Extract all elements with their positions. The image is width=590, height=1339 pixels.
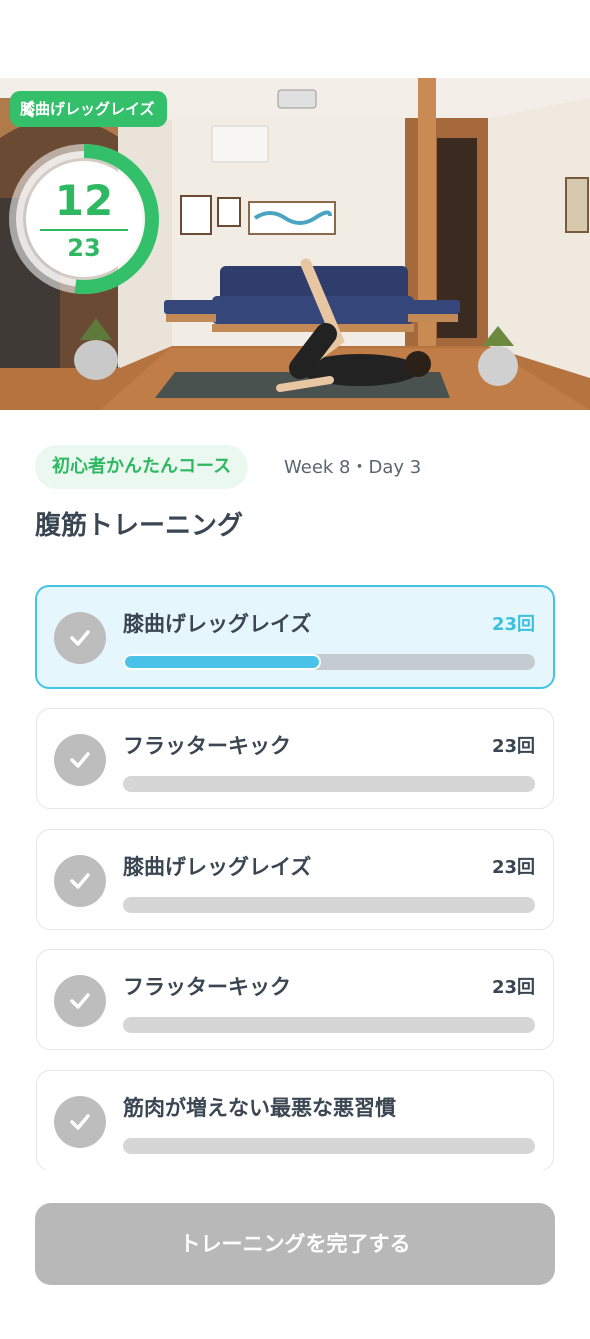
check-icon[interactable] bbox=[54, 612, 106, 664]
rep-count-total: 23 bbox=[67, 234, 101, 262]
exercise-progress-track bbox=[123, 1017, 535, 1033]
page-title: 腹筋トレーニング bbox=[35, 511, 244, 541]
exercise-progress-track bbox=[123, 654, 535, 670]
exercise-name: 膝曲げレッグレイズ bbox=[123, 855, 312, 879]
exercise-progress-fill bbox=[123, 654, 321, 670]
exercise-reps: 23回 bbox=[491, 977, 535, 998]
workout-screen: 膝曲げレッグレイズ 12 23 初心者かんたんコース Week 8・Day 3 … bbox=[0, 0, 590, 1339]
complete-training-button[interactable]: トレーニングを完了する bbox=[35, 1203, 555, 1285]
back-arrow-icon[interactable] bbox=[18, 98, 40, 120]
exercise-reps: 23回 bbox=[491, 736, 535, 757]
exercise-reps: 23回 bbox=[491, 857, 535, 878]
exercise-list[interactable]: 膝曲げレッグレイズ 23回 フラッターキック 23回 膝曲げレッグレイズ 23回 bbox=[0, 580, 590, 1170]
exercise-name: 膝曲げレッグレイズ bbox=[123, 612, 312, 636]
exercise-title-pill[interactable]: 膝曲げレッグレイズ bbox=[10, 91, 167, 127]
exercise-item[interactable]: 膝曲げレッグレイズ 23回 bbox=[35, 585, 555, 689]
exercise-progress-track bbox=[123, 897, 535, 913]
check-icon[interactable] bbox=[54, 975, 106, 1027]
exercise-name: フラッターキック bbox=[123, 975, 291, 999]
exercise-item[interactable]: フラッターキック 23回 bbox=[36, 708, 554, 809]
exercise-name: フラッターキック bbox=[123, 734, 291, 758]
exercise-progress-track bbox=[123, 1138, 535, 1154]
rep-count-divider bbox=[40, 229, 128, 231]
check-icon[interactable] bbox=[54, 734, 106, 786]
exercise-progress-track bbox=[123, 776, 535, 792]
exercise-item[interactable]: フラッターキック 23回 bbox=[36, 949, 554, 1050]
check-icon[interactable] bbox=[54, 1096, 106, 1148]
check-icon[interactable] bbox=[54, 855, 106, 907]
rep-counter: 12 23 bbox=[8, 143, 160, 295]
exercise-item[interactable]: 膝曲げレッグレイズ 23回 bbox=[36, 829, 554, 930]
rep-count-current: 12 bbox=[54, 176, 114, 225]
schedule-label: Week 8・Day 3 bbox=[284, 457, 422, 478]
exercise-name: 筋肉が増えない最悪な悪習慣 bbox=[123, 1096, 396, 1120]
exercise-title: 膝曲げレッグレイズ bbox=[20, 100, 155, 118]
exercise-item[interactable]: 筋肉が増えない最悪な悪習慣 bbox=[36, 1070, 554, 1170]
exercise-reps: 23回 bbox=[491, 614, 535, 635]
course-badge: 初心者かんたんコース bbox=[35, 445, 249, 489]
